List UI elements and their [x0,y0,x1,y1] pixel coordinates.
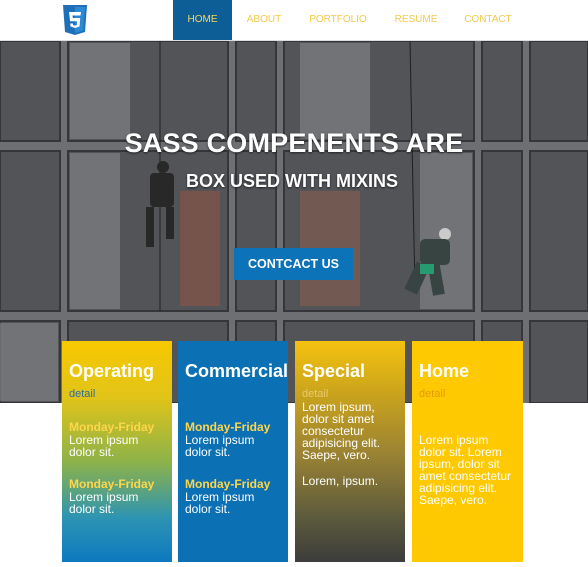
css3-shield-icon[interactable] [61,4,89,36]
card-text: Lorem ipsum dolor sit. Lorem ipsum, dolo… [419,433,512,507]
nav-contact[interactable]: CONTACT [452,0,524,40]
card-title: Special [302,361,366,381]
nav-home[interactable]: HOME [173,0,232,40]
card-text: Lorem, ipsum. [302,474,379,488]
card-commercial: Commercial Monday-Friday Lorem ipsum dol… [178,341,288,562]
card-text: Lorem ipsum dolor sit. [69,433,139,459]
nav-portfolio[interactable]: PORTFOLIO [296,0,380,40]
card-text: Lorem ipsum, dolor sit amet consectetur … [302,400,381,462]
card-detail [185,388,282,401]
card-title: Operating [69,361,155,381]
card-title: Commercial [185,361,289,381]
hero-title-line1: SASS COMPENENTS ARE [124,128,464,158]
card-text: Lorem ipsum dolor sit. [69,490,139,516]
site-header: HOME ABOUT PORTFOLIO RESUME CONTACT [0,0,588,41]
card-special: Special detail Lorem ipsum, dolor sit am… [295,341,405,562]
card-operating: Operating detail Monday-Friday Lorem ips… [62,341,172,562]
nav-resume[interactable]: RESUME [380,0,452,40]
card-detail: detail [69,388,96,400]
main-nav: HOME ABOUT PORTFOLIO RESUME CONTACT [173,0,524,40]
card-text: Lorem ipsum dolor sit. [185,490,255,516]
contact-us-button[interactable]: CONTCACT US [234,248,353,280]
card-text: Lorem ipsum dolor sit. [185,433,255,459]
card-home: Home detail Lorem ipsum dolor sit. Lorem… [412,341,523,562]
card-title: Home [419,361,470,381]
hero-title-line2: BOX USED WITH MIXINS [185,171,398,191]
card-detail: detail [419,388,446,400]
nav-about[interactable]: ABOUT [232,0,296,40]
